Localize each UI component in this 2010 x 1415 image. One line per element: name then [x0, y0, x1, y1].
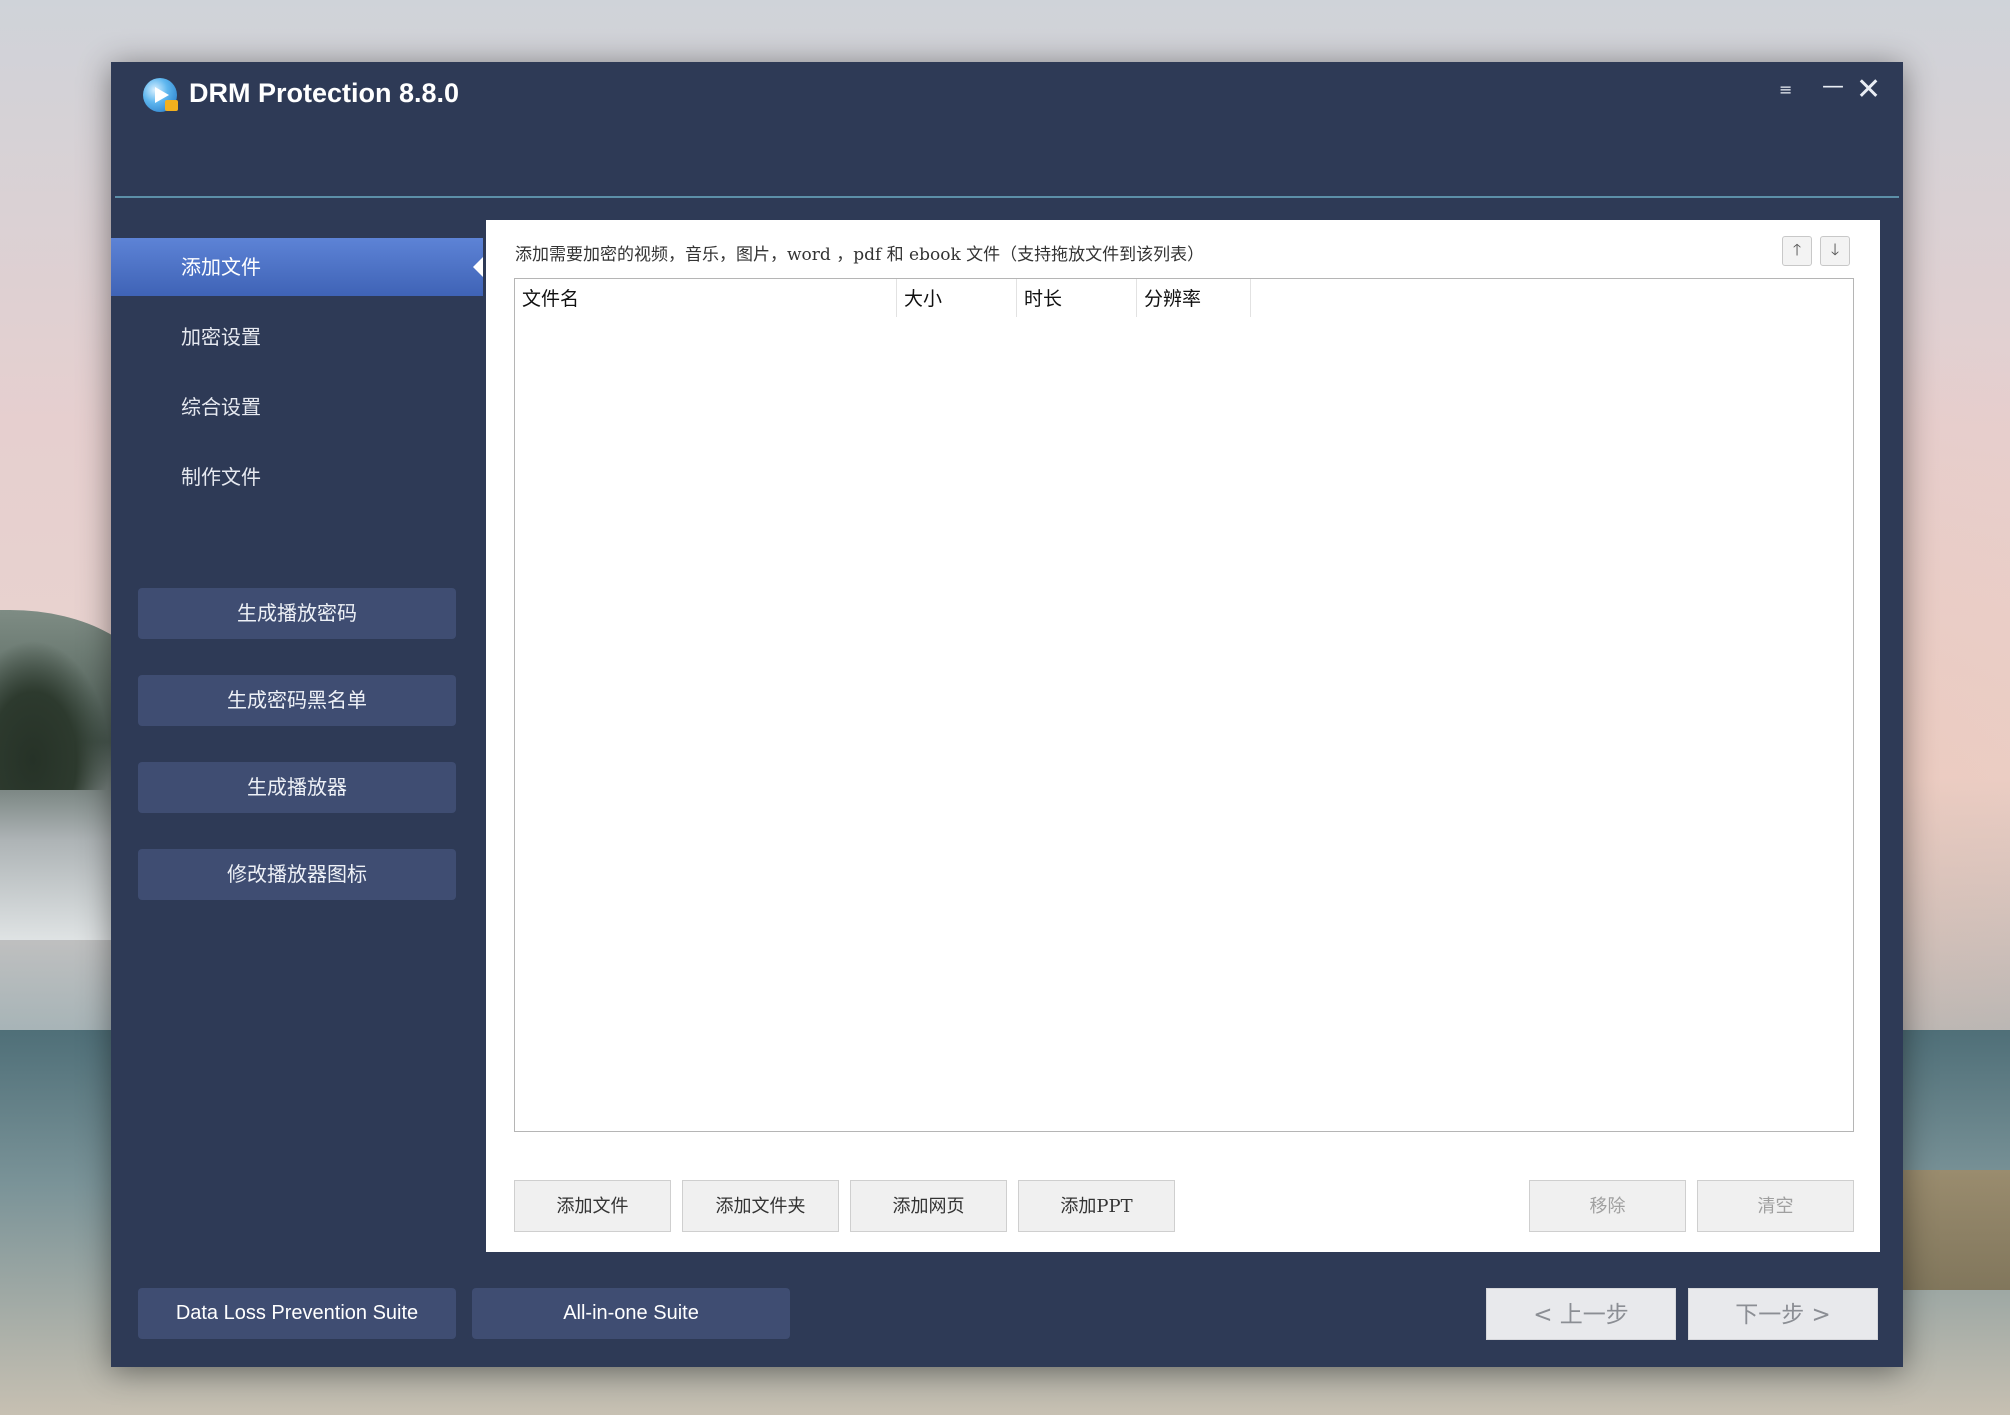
- minimize-icon[interactable]: —: [1822, 74, 1844, 99]
- gen-play-password-button[interactable]: 生成播放密码: [138, 588, 456, 639]
- all-in-one-suite-button[interactable]: All-in-one Suite: [472, 1288, 790, 1339]
- menu-icon[interactable]: ≡: [1779, 80, 1792, 99]
- column-header-filename[interactable]: 文件名: [515, 279, 897, 317]
- background-reeds: [1900, 1170, 2010, 1290]
- gen-password-blacklist-button[interactable]: 生成密码黑名单: [138, 675, 456, 726]
- next-step-button[interactable]: 下一步 >: [1688, 1288, 1878, 1340]
- title-bar[interactable]: DRM Protection 8.8.0 ≡ — ✕: [111, 62, 1903, 198]
- move-up-icon[interactable]: 🡑: [1782, 236, 1812, 266]
- title-divider: [115, 196, 1899, 198]
- column-header-size[interactable]: 大小: [897, 279, 1017, 317]
- clear-button[interactable]: 清空: [1697, 1180, 1854, 1232]
- change-player-icon-button[interactable]: 修改播放器图标: [138, 849, 456, 900]
- prev-step-button[interactable]: < 上一步: [1486, 1288, 1676, 1340]
- column-header-resolution[interactable]: 分辨率: [1137, 279, 1251, 317]
- add-webpage-button[interactable]: 添加网页: [850, 1180, 1007, 1232]
- gen-player-button[interactable]: 生成播放器: [138, 762, 456, 813]
- sidebar-item-encrypt-settings[interactable]: 加密设置: [111, 308, 483, 366]
- column-header-duration[interactable]: 时长: [1017, 279, 1137, 317]
- app-window: DRM Protection 8.8.0 ≡ — ✕ 添加文件 加密设置 综合设…: [111, 62, 1903, 1367]
- sidebar-item-general-settings[interactable]: 综合设置: [111, 378, 483, 436]
- sidebar-item-add-file[interactable]: 添加文件: [111, 238, 483, 296]
- remove-button[interactable]: 移除: [1529, 1180, 1686, 1232]
- dlp-suite-button[interactable]: Data Loss Prevention Suite: [138, 1288, 456, 1339]
- close-icon[interactable]: ✕: [1856, 72, 1881, 107]
- move-down-icon[interactable]: 🡓: [1820, 236, 1850, 266]
- app-logo-icon: [143, 78, 178, 112]
- add-file-button[interactable]: 添加文件: [514, 1180, 671, 1232]
- background-trees: [0, 640, 110, 790]
- add-folder-button[interactable]: 添加文件夹: [682, 1180, 839, 1232]
- add-ppt-button[interactable]: 添加PPT: [1018, 1180, 1175, 1232]
- app-title: DRM Protection 8.8.0: [189, 78, 460, 108]
- file-list-table[interactable]: 文件名 大小 时长 分辨率: [514, 278, 1854, 1132]
- hint-text: 添加需要加密的视频，音乐，图片，word ，pdf 和 ebook 文件（支持拖…: [515, 245, 1205, 265]
- sidebar-nav: 添加文件 加密设置 综合设置 制作文件: [111, 238, 483, 518]
- content-panel: 添加需要加密的视频，音乐，图片，word ，pdf 和 ebook 文件（支持拖…: [486, 220, 1880, 1252]
- sidebar-item-make-file[interactable]: 制作文件: [111, 448, 483, 506]
